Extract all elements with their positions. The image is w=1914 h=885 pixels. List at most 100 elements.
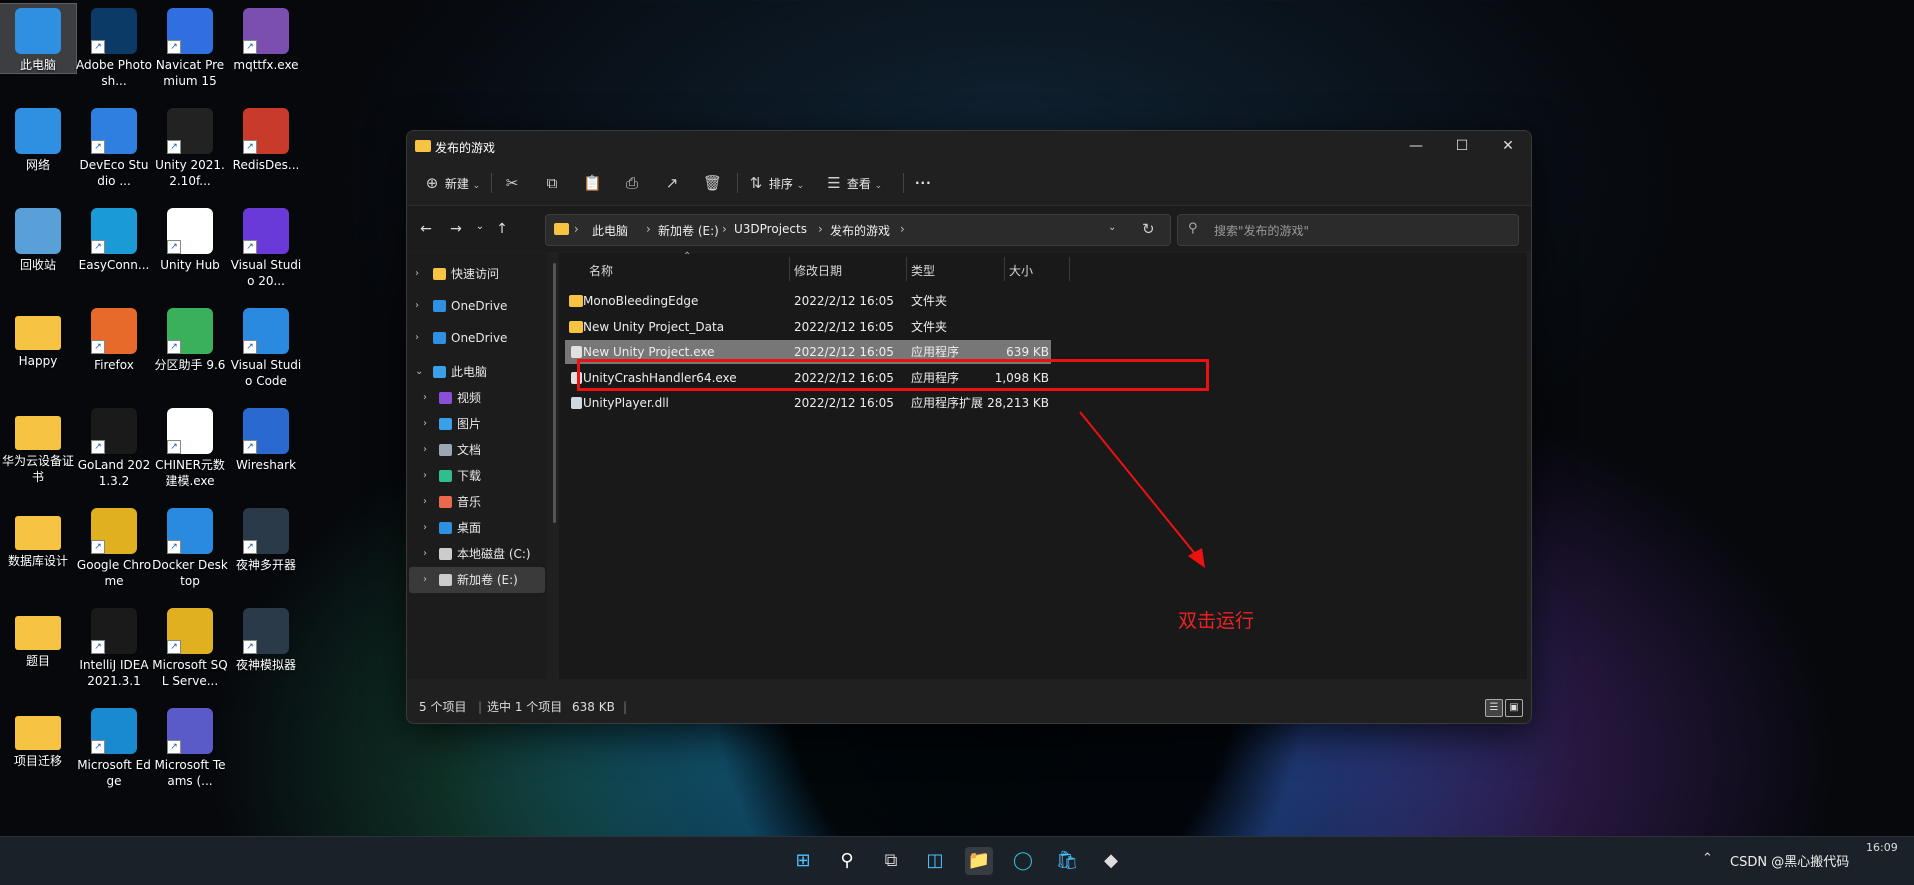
- search-box[interactable]: ⚲: [1177, 214, 1519, 246]
- task-view-icon[interactable]: ⧉: [877, 847, 905, 875]
- chevron-right-icon[interactable]: ›: [423, 489, 427, 515]
- desktop-icon[interactable]: ↗ Microsoft Teams (...: [152, 704, 228, 789]
- desktop-icon[interactable]: ↗ CHINER元数建模.exe: [152, 404, 228, 489]
- file-explorer-icon[interactable]: 📁: [965, 847, 993, 875]
- chevron-right-icon[interactable]: ›: [423, 541, 427, 567]
- chevron-right-icon[interactable]: ›: [423, 437, 427, 463]
- column-divider[interactable]: [789, 257, 790, 281]
- desktop-icon[interactable]: ↗ Firefox: [76, 304, 152, 373]
- chevron-right-icon[interactable]: ›: [415, 325, 419, 351]
- chevron-right-icon[interactable]: ›: [423, 515, 427, 541]
- back-button[interactable]: ←: [415, 221, 437, 241]
- view-button[interactable]: ☰ 查看 ⌄: [825, 171, 882, 195]
- desktop-icon[interactable]: ↗ Microsoft SQL Serve...: [152, 604, 228, 689]
- desktop-icon[interactable]: ↗ DevEco Studio ...: [76, 104, 152, 189]
- copy-button[interactable]: ⧉: [543, 171, 561, 195]
- close-button[interactable]: ✕: [1485, 131, 1531, 161]
- chevron-right-icon[interactable]: ›: [415, 261, 419, 287]
- desktop-icon[interactable]: 此电脑: [0, 3, 77, 74]
- breadcrumb-item[interactable]: 新加卷 (E:): [658, 222, 719, 239]
- desktop-icon[interactable]: ↗ Docker Desktop: [152, 504, 228, 589]
- navigation-pane-scrollbar[interactable]: [553, 263, 556, 523]
- cut-button[interactable]: ✂: [503, 171, 521, 195]
- column-header-type[interactable]: 类型: [911, 262, 935, 279]
- large-icons-view-icon[interactable]: ▣: [1505, 699, 1523, 717]
- address-bar[interactable]: › 此电脑 › 新加卷 (E:) › U3DProjects › 发布的游戏 ›…: [545, 214, 1171, 246]
- share-button[interactable]: ↗: [663, 171, 681, 195]
- chevron-right-icon[interactable]: ›: [423, 411, 427, 437]
- more-options-button[interactable]: ···: [915, 171, 932, 195]
- sidebar-item[interactable]: › 文档: [409, 437, 545, 463]
- title-bar[interactable]: 发布的游戏 — ☐ ✕: [407, 131, 1531, 161]
- chevron-right-icon[interactable]: ›: [423, 385, 427, 411]
- desktop-icon[interactable]: ↗ Unity Hub: [152, 204, 228, 273]
- desktop-icon[interactable]: 回收站: [0, 204, 76, 273]
- recent-locations-button[interactable]: ⌄: [469, 221, 491, 241]
- column-divider[interactable]: [906, 257, 907, 281]
- desktop-icon[interactable]: ↗ Visual Studio Code: [228, 304, 304, 389]
- start-button[interactable]: ⊞: [789, 847, 817, 875]
- desktop-icon[interactable]: 网络: [0, 104, 76, 173]
- desktop-icon[interactable]: 题目: [0, 604, 76, 669]
- forward-button[interactable]: →: [445, 221, 467, 241]
- desktop-icon[interactable]: ↗ 夜神模拟器: [228, 604, 304, 673]
- desktop-icon[interactable]: ↗ Unity 2021.2.10f...: [152, 104, 228, 189]
- maximize-button[interactable]: ☐: [1439, 131, 1485, 161]
- breadcrumb-item[interactable]: U3DProjects: [734, 222, 807, 236]
- sidebar-item[interactable]: › OneDrive: [409, 325, 545, 351]
- widgets-icon[interactable]: ◫: [921, 847, 949, 875]
- desktop-icon[interactable]: ↗ 夜神多开器: [228, 504, 304, 573]
- desktop-icon[interactable]: 数据库设计: [0, 504, 76, 569]
- desktop-icon[interactable]: ↗ IntelliJ IDEA 2021.3.1: [76, 604, 152, 689]
- chevron-up-icon[interactable]: ⌃: [1702, 851, 1713, 866]
- search-input[interactable]: [1212, 221, 1506, 241]
- column-divider[interactable]: [1069, 257, 1070, 281]
- desktop-icon[interactable]: ↗ Visual Studio 20...: [228, 204, 304, 289]
- details-view-icon[interactable]: ☰: [1485, 699, 1503, 717]
- column-divider[interactable]: [1004, 257, 1005, 281]
- column-header-size[interactable]: 大小: [1009, 262, 1033, 279]
- new-button[interactable]: ⊕ 新建 ⌄: [423, 171, 481, 195]
- desktop-icon[interactable]: ↗ Google Chrome: [76, 504, 152, 589]
- desktop-icon[interactable]: ↗ mqttfx.exe: [228, 4, 304, 73]
- desktop-icon[interactable]: ↗ GoLand 2021.3.2: [76, 404, 152, 489]
- desktop-icon[interactable]: ↗ EasyConn...: [76, 204, 152, 273]
- search-icon[interactable]: ⚲: [833, 847, 861, 875]
- sidebar-item[interactable]: › 新加卷 (E:): [409, 567, 545, 593]
- desktop-icon[interactable]: ↗ Adobe Photosh...: [76, 4, 152, 89]
- chevron-right-icon[interactable]: ›: [415, 293, 419, 319]
- sidebar-item[interactable]: › OneDrive: [409, 293, 545, 319]
- rename-button[interactable]: ⎙: [623, 171, 641, 195]
- address-dropdown-icon[interactable]: ⌄: [1108, 222, 1116, 233]
- sort-button[interactable]: ⇅ 排序 ⌄: [747, 171, 805, 195]
- desktop-icon[interactable]: ↗ 分区助手 9.6: [152, 304, 228, 373]
- breadcrumb-item[interactable]: 发布的游戏: [830, 222, 890, 239]
- up-button[interactable]: ↑: [491, 221, 513, 241]
- minimize-button[interactable]: —: [1393, 131, 1439, 161]
- sidebar-item[interactable]: › 音乐: [409, 489, 545, 515]
- desktop-icon[interactable]: ↗ RedisDes...: [228, 104, 304, 173]
- edge-icon[interactable]: ◯: [1009, 847, 1037, 875]
- column-header-date[interactable]: 修改日期: [794, 262, 842, 279]
- desktop-icon[interactable]: 华为云设备证书: [0, 404, 76, 485]
- chevron-right-icon[interactable]: ›: [423, 463, 427, 489]
- desktop-icon[interactable]: ↗ Wireshark: [228, 404, 304, 473]
- desktop-icon[interactable]: ↗ Microsoft Edge: [76, 704, 152, 789]
- file-row[interactable]: MonoBleedingEdge 2022/2/12 16:05 文件夹: [565, 289, 1051, 313]
- sidebar-item[interactable]: ⌄ 此电脑: [409, 359, 545, 385]
- desktop-icon[interactable]: ↗ Navicat Premium 15: [152, 4, 228, 89]
- refresh-icon[interactable]: ↻: [1142, 220, 1155, 238]
- sidebar-item[interactable]: › 下载: [409, 463, 545, 489]
- desktop-icon[interactable]: Happy: [0, 304, 76, 369]
- desktop-icon[interactable]: 项目迁移: [0, 704, 76, 769]
- file-row[interactable]: UnityPlayer.dll 2022/2/12 16:05 应用程序扩展 28,2…: [565, 391, 1051, 415]
- column-header-name[interactable]: 名称: [589, 262, 613, 279]
- file-row[interactable]: New Unity Project_Data 2022/2/12 16:05 文件夹: [565, 315, 1051, 339]
- clock[interactable]: 16:09: [1866, 841, 1898, 854]
- sidebar-item[interactable]: › 图片: [409, 411, 545, 437]
- sidebar-item[interactable]: › 桌面: [409, 515, 545, 541]
- sidebar-item[interactable]: › 快速访问: [409, 261, 545, 287]
- breadcrumb-item[interactable]: 此电脑: [592, 222, 628, 239]
- sidebar-item[interactable]: › 本地磁盘 (C:): [409, 541, 545, 567]
- chevron-right-icon[interactable]: ›: [423, 567, 427, 593]
